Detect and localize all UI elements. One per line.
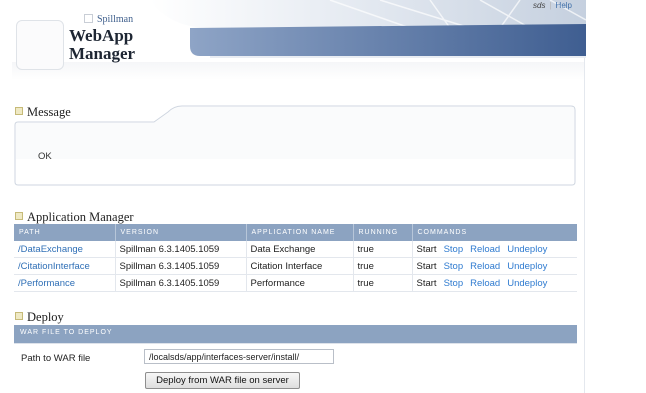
- app-running-cell: true: [353, 257, 413, 275]
- war-path-label: Path to WAR file: [21, 353, 91, 364]
- deploy-war-button[interactable]: Deploy from WAR file on server: [145, 372, 300, 389]
- column-header-application-name: APPLICATION NAME: [246, 224, 354, 241]
- brand-title-line1: WebApp: [69, 26, 134, 45]
- start-command: Start: [416, 277, 437, 289]
- app-manager-title: Application Manager: [27, 210, 134, 224]
- table-row: /Performance Spillman 6.3.1405.1059 Perf…: [14, 274, 577, 292]
- app-commands-cell: Start Stop Reload Undeploy: [412, 274, 577, 292]
- brand-title-line2: Manager: [69, 44, 136, 63]
- app-version-cell: Spillman 6.3.1405.1059: [115, 274, 247, 292]
- app-name-cell: Citation Interface: [246, 257, 354, 275]
- header: Spillman WebApp Manager sds | Help: [0, 0, 646, 80]
- message-text: OK: [38, 151, 52, 162]
- app-path-cell: /DataExchange: [14, 241, 116, 258]
- app-running-cell: true: [353, 241, 413, 258]
- app-name-cell: Data Exchange: [246, 241, 354, 258]
- column-header-running: RUNNING: [353, 224, 413, 241]
- logo-corner-square: [84, 14, 93, 23]
- column-header-commands: COMMANDS: [412, 224, 577, 241]
- reload-link[interactable]: Reload: [470, 261, 500, 272]
- logo-box: [16, 20, 64, 70]
- undeploy-link[interactable]: Undeploy: [507, 278, 547, 289]
- header-banner: [150, 0, 586, 58]
- app-name-cell: Performance: [246, 274, 354, 292]
- stop-link[interactable]: Stop: [444, 261, 464, 272]
- help-link[interactable]: Help: [556, 1, 572, 10]
- app-version-cell: Spillman 6.3.1405.1059: [115, 241, 247, 258]
- reload-link[interactable]: Reload: [470, 278, 500, 289]
- start-command: Start: [416, 243, 437, 255]
- message-panel: [14, 105, 576, 186]
- column-header-path: PATH: [14, 224, 116, 241]
- top-links: sds | Help: [533, 1, 572, 10]
- app-path-cell: /Performance: [14, 274, 116, 292]
- divider: [14, 343, 577, 344]
- app-path-cell: /CitationInterface: [14, 257, 116, 275]
- stop-link[interactable]: Stop: [444, 278, 464, 289]
- deploy-section-title: Deploy: [15, 310, 64, 325]
- start-command: Start: [416, 260, 437, 272]
- deploy-title: Deploy: [27, 310, 64, 324]
- table-header-row: PATH VERSION APPLICATION NAME RUNNING CO…: [14, 224, 577, 241]
- undeploy-link[interactable]: Undeploy: [507, 261, 547, 272]
- app-path-link[interactable]: /CitationInterface: [18, 261, 90, 272]
- war-file-header-bar: WAR FILE TO DEPLOY: [14, 325, 577, 343]
- app-path-link[interactable]: /Performance: [18, 278, 75, 289]
- war-path-input[interactable]: [144, 349, 334, 364]
- section-bullet-icon: [15, 212, 23, 220]
- app-commands-cell: Start Stop Reload Undeploy: [412, 241, 577, 258]
- stop-link[interactable]: Stop: [444, 244, 464, 255]
- undeploy-link[interactable]: Undeploy: [507, 244, 547, 255]
- app-path-link[interactable]: /DataExchange: [18, 244, 83, 255]
- app-manager-section-title: Application Manager: [15, 210, 134, 225]
- app-version-cell: Spillman 6.3.1405.1059: [115, 257, 247, 275]
- user-link[interactable]: sds: [533, 1, 545, 10]
- top-links-separator: |: [549, 1, 552, 10]
- app-running-cell: true: [353, 274, 413, 292]
- war-file-header-label: WAR FILE TO DEPLOY: [20, 329, 113, 336]
- table-row: /DataExchange Spillman 6.3.1405.1059 Dat…: [14, 241, 577, 258]
- header-fade: [12, 62, 584, 80]
- section-bullet-icon: [15, 312, 23, 320]
- brand-vendor: Spillman: [97, 14, 134, 25]
- column-header-version: VERSION: [115, 224, 247, 241]
- app-commands-cell: Start Stop Reload Undeploy: [412, 257, 577, 275]
- applications-table: PATH VERSION APPLICATION NAME RUNNING CO…: [14, 224, 577, 292]
- reload-link[interactable]: Reload: [470, 244, 500, 255]
- table-row: /CitationInterface Spillman 6.3.1405.105…: [14, 257, 577, 275]
